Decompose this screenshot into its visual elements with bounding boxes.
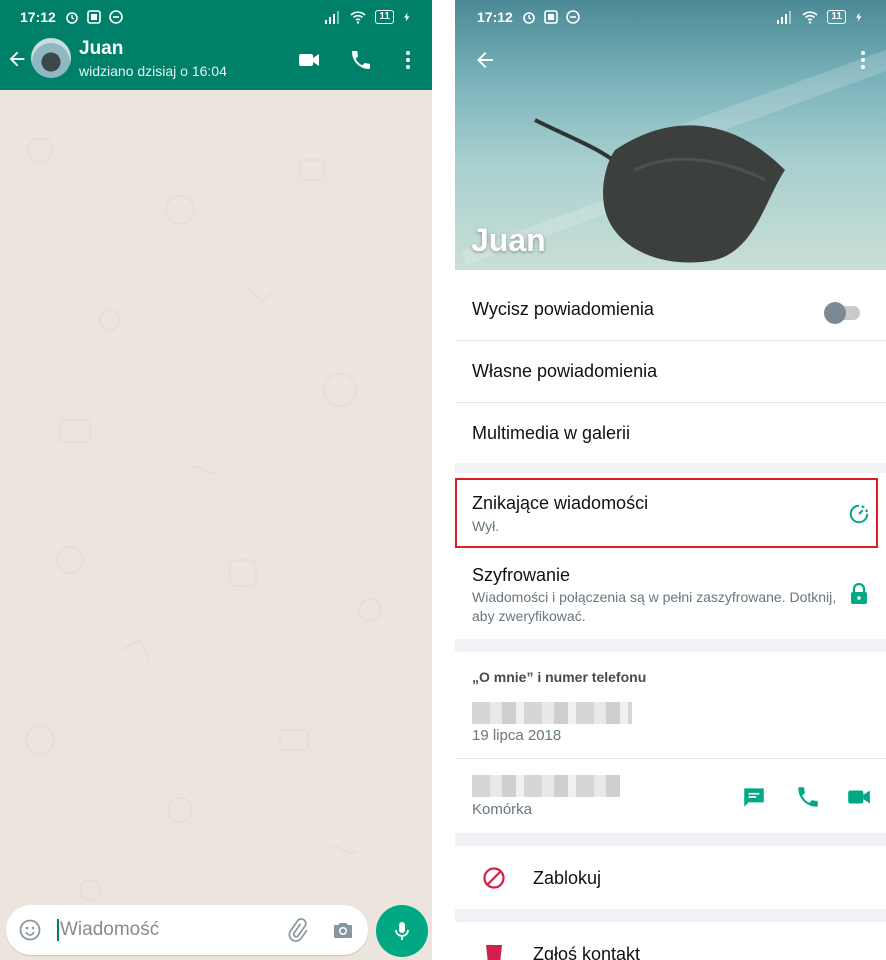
camera-icon[interactable] xyxy=(331,918,355,942)
wifi-icon xyxy=(802,11,818,24)
status-right: 11 xyxy=(775,9,864,25)
about-section: „O mnie” i numer telefonu 19 lipca 2018 xyxy=(455,652,886,758)
encryption-label: Szyfrowanie xyxy=(472,565,571,585)
wifi-icon xyxy=(350,11,366,24)
alarm-icon xyxy=(523,12,535,24)
block-icon xyxy=(483,867,505,889)
report-contact-label: Zgłoś kontakt xyxy=(533,944,641,960)
section-gap xyxy=(455,833,886,846)
text-cursor xyxy=(57,919,59,941)
sync-icon xyxy=(566,10,580,24)
back-arrow-icon[interactable] xyxy=(6,48,28,70)
signal-icon xyxy=(325,11,340,24)
highlight-box xyxy=(455,478,878,548)
encryption-description: Wiadomości i połączenia są w pełni zaszy… xyxy=(472,589,837,624)
phone-icon[interactable] xyxy=(349,48,373,72)
battery-indicator: 11 xyxy=(375,10,394,24)
chat-wallpaper xyxy=(0,90,432,960)
stingray-photo-subject xyxy=(534,118,785,263)
status-time: 17:12 xyxy=(20,9,56,25)
media-visibility-label: Multimedia w galerii xyxy=(472,423,631,443)
contact-info-screen: 17:12 11 Juan Wycisz powiadomienia Własn… xyxy=(455,0,886,960)
about-text-blurred xyxy=(472,702,632,724)
more-vertical-icon[interactable] xyxy=(853,48,873,72)
status-time: 17:12 xyxy=(477,9,513,25)
phone-icon[interactable] xyxy=(795,784,821,810)
status-bar: 17:12 11 xyxy=(455,0,886,34)
message-composer[interactable]: Wiadomość xyxy=(6,905,368,955)
signal-icon xyxy=(777,11,792,24)
sync-icon xyxy=(109,10,123,24)
contact-last-seen: widziano dzisiaj o 16:04 xyxy=(79,63,227,79)
media-visibility-row[interactable]: Multimedia w galerii xyxy=(455,403,886,463)
screen-divider xyxy=(432,0,455,960)
video-call-icon[interactable] xyxy=(297,48,321,72)
report-icon xyxy=(486,945,502,960)
message-input[interactable]: Wiadomość xyxy=(60,919,159,941)
custom-notifications-row[interactable]: Własne powiadomienia xyxy=(455,341,886,402)
attach-icon[interactable] xyxy=(285,918,309,942)
report-contact-row[interactable]: Zgłoś kontakt xyxy=(455,922,886,960)
video-call-icon[interactable] xyxy=(846,784,872,810)
notification-icon xyxy=(544,10,558,24)
mic-icon xyxy=(395,922,409,940)
lock-icon xyxy=(851,583,867,604)
battery-indicator: 11 xyxy=(827,10,846,24)
emoji-icon[interactable] xyxy=(18,918,42,942)
phone-number-row[interactable]: Komórka xyxy=(455,759,886,833)
status-bar: 17:12 11 xyxy=(0,0,432,34)
phone-number-blurred xyxy=(472,775,620,797)
phone-type: Komórka xyxy=(472,801,533,818)
section-gap xyxy=(455,463,886,473)
mute-notifications-label: Wycisz powiadomienia xyxy=(472,299,654,319)
profile-name: Juan xyxy=(471,222,546,258)
profile-photo[interactable]: 17:12 11 Juan xyxy=(455,0,886,270)
charging-icon xyxy=(403,12,410,22)
chat-header: 17:12 11 Juan widziano dzisiaj o 16:04 xyxy=(0,0,432,90)
block-contact-row[interactable]: Zablokuj xyxy=(455,846,886,909)
toggle-knob xyxy=(824,302,846,324)
avatar[interactable] xyxy=(31,38,71,78)
voice-message-button[interactable] xyxy=(376,905,428,957)
encryption-row[interactable]: Szyfrowanie Wiadomości i połączenia są w… xyxy=(455,553,886,639)
more-vertical-icon[interactable] xyxy=(396,48,420,72)
contact-name[interactable]: Juan xyxy=(79,38,123,60)
charging-icon xyxy=(855,12,862,22)
about-date: 19 lipca 2018 xyxy=(472,727,562,744)
alarm-icon xyxy=(66,12,78,24)
status-icons xyxy=(521,9,581,25)
wallpaper-doodles xyxy=(25,137,382,929)
back-arrow-icon[interactable] xyxy=(473,48,497,72)
status-icons xyxy=(64,9,124,25)
status-right: 11 xyxy=(323,9,412,25)
mute-notifications-row[interactable]: Wycisz powiadomienia xyxy=(455,278,886,340)
message-icon[interactable] xyxy=(741,784,767,810)
about-section-label: „O mnie” i numer telefonu xyxy=(472,669,647,685)
custom-notifications-label: Własne powiadomienia xyxy=(472,361,658,381)
mute-toggle[interactable] xyxy=(824,302,860,324)
chat-screen: 17:12 11 Juan widziano dzisiaj o 16:04 W… xyxy=(0,0,432,960)
notification-icon xyxy=(87,10,101,24)
section-gap xyxy=(455,639,886,652)
section-gap xyxy=(455,909,886,922)
block-contact-label: Zablokuj xyxy=(533,868,602,888)
